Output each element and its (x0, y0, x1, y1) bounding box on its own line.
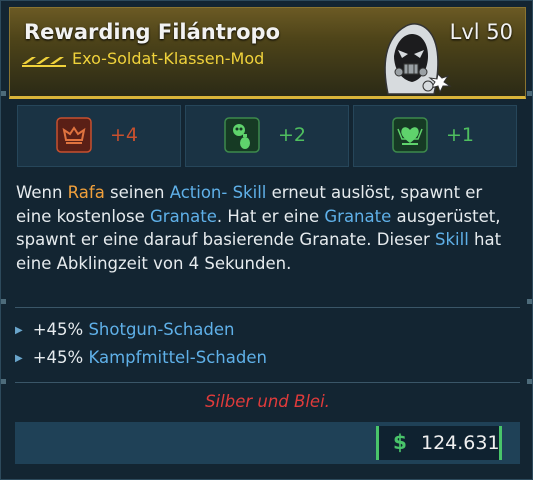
skill-stat: +2 (185, 105, 349, 167)
frame-tick (1, 379, 6, 384)
item-level: Lvl 50 (449, 20, 513, 44)
grenade-skull-icon (224, 117, 260, 153)
keyword-granate: Granate (324, 206, 392, 226)
skill-stat-value: +4 (110, 124, 139, 146)
price-value: 124.631 (421, 432, 500, 454)
exo-soldier-portrait-icon (384, 23, 452, 95)
bullet-arrow-icon: ▶ (15, 353, 23, 364)
frame-tick (527, 299, 532, 304)
keyword-granate: Granate (150, 206, 217, 226)
keyword-action-skill: Action- Skill (169, 183, 267, 202)
skill-stat-value: +2 (278, 124, 307, 146)
item-name: Rewarding Filántropo (24, 20, 281, 44)
frame-tick (527, 379, 532, 384)
bullet-arrow-icon: ▶ (15, 325, 23, 336)
item-header: Rewarding Filántropo Lvl 50 Exo-Soldat-K… (9, 7, 526, 99)
frame-tick (1, 91, 6, 96)
bonus-line: ▶ +45% Shotgun-Schaden (15, 320, 235, 339)
skill-stat: +4 (17, 105, 181, 167)
red-skill-icon (56, 117, 92, 153)
skill-stats: +4 +2 +1 (17, 105, 517, 167)
green-heart-icon (392, 117, 428, 153)
bonus-line: ▶ +45% Kampfmittel-Schaden (15, 348, 267, 367)
item-description: Wenn Rafa seinen Action- Skill erneut au… (16, 183, 502, 273)
dollar-icon: $ (393, 430, 407, 454)
skill-stat-value: +1 (446, 124, 475, 146)
character-name: Rafa (67, 183, 105, 202)
keyword-skill: Skill (435, 230, 469, 249)
item-type: Exo-Soldat-Klassen-Mod (72, 49, 265, 68)
price-box: $ 124.631 (376, 426, 502, 460)
divider (15, 307, 520, 308)
rarity-arrows-icon (22, 57, 66, 67)
item-card: Rewarding Filántropo Lvl 50 Exo-Soldat-K… (0, 0, 533, 480)
skill-stat: +1 (353, 105, 517, 167)
frame-tick (527, 91, 532, 96)
price-bar: $ 124.631 (15, 422, 520, 464)
flavor-text: Silber und Blei. (205, 392, 330, 411)
divider (15, 382, 520, 383)
frame-tick (1, 299, 6, 304)
